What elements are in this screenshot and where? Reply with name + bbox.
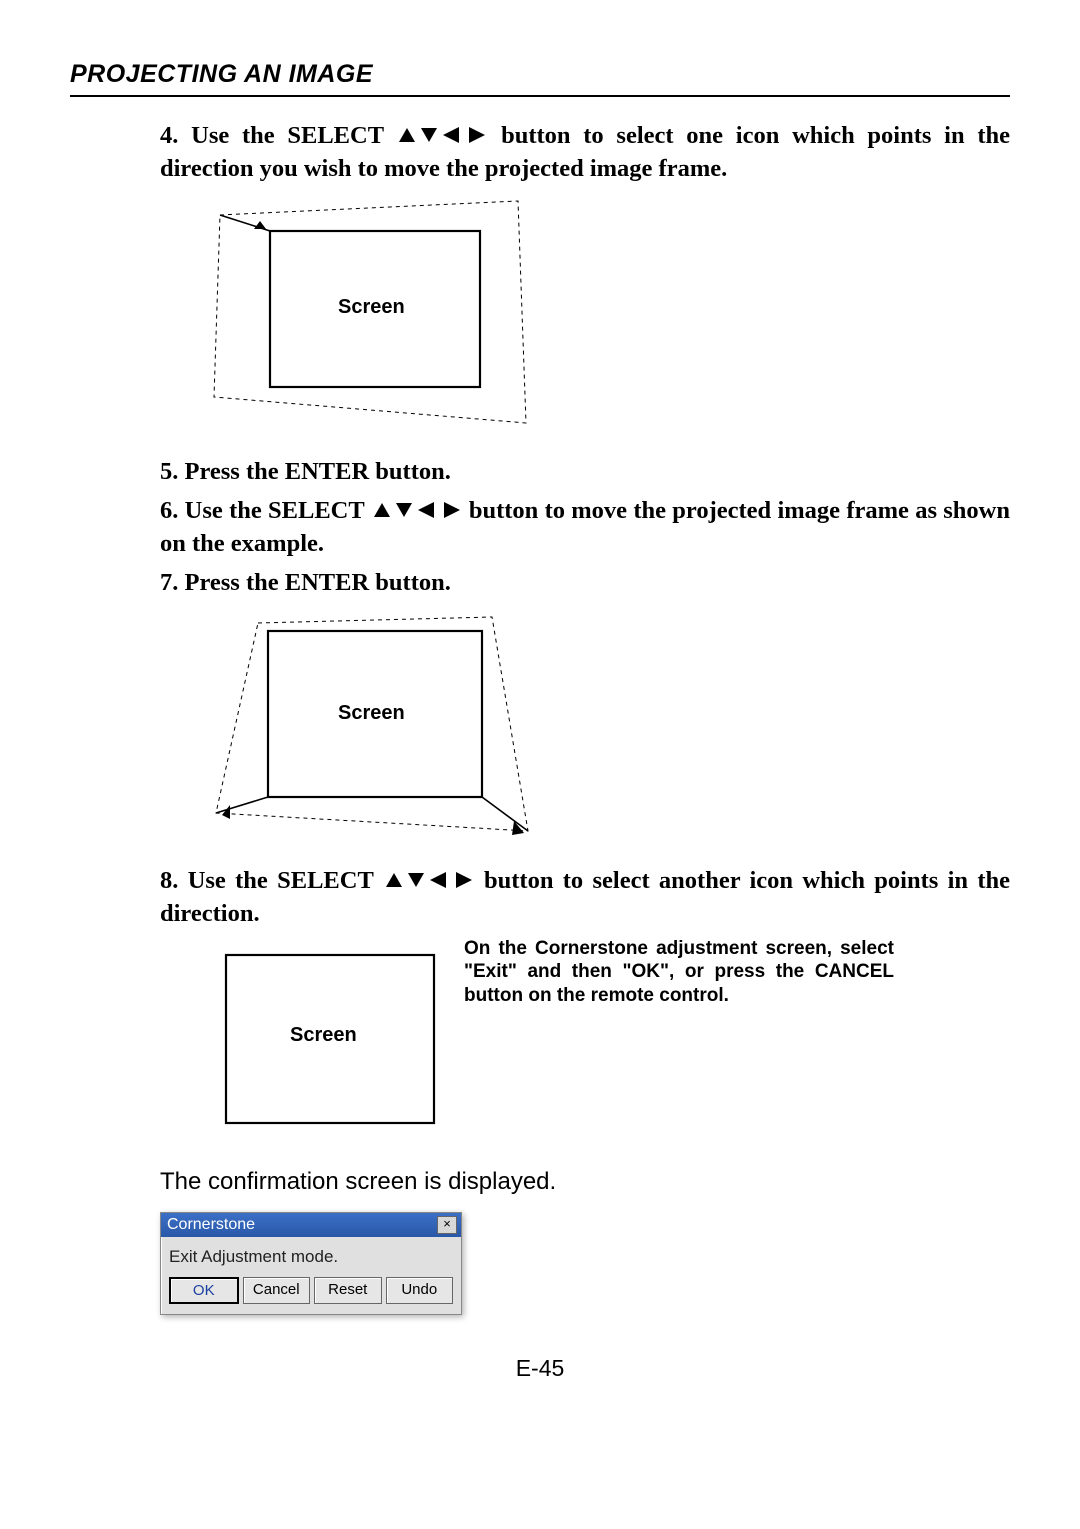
cancel-button[interactable]: Cancel bbox=[243, 1277, 311, 1304]
step-5-text: Press the ENTER button. bbox=[185, 458, 451, 485]
screen-label-1: Screen bbox=[338, 296, 405, 318]
figure-2: Screen bbox=[208, 609, 1010, 844]
step-8-pre: Use the SELECT bbox=[188, 867, 383, 894]
dialog-body: Exit Adjustment mode. bbox=[161, 1237, 461, 1277]
ok-button[interactable]: OK bbox=[169, 1277, 239, 1304]
step-4-pre: Use the SELECT bbox=[191, 122, 396, 149]
step-8-number: 8. bbox=[160, 867, 178, 894]
select-arrows-icon bbox=[371, 497, 469, 524]
step-5-number: 5. bbox=[160, 458, 178, 485]
step-6-number: 6. bbox=[160, 497, 178, 524]
screen-label-2: Screen bbox=[338, 702, 405, 724]
side-note: On the Cornerstone adjustment screen, se… bbox=[464, 937, 894, 1008]
step-6: 6. Use the SELECT button to move the pro… bbox=[160, 494, 1010, 560]
select-arrows-icon bbox=[396, 122, 501, 149]
step-8: 8. Use the SELECT button to select anoth… bbox=[160, 864, 1010, 930]
step-7: 7. Press the ENTER button. bbox=[160, 566, 1010, 599]
select-arrows-icon bbox=[383, 867, 484, 894]
confirmation-text: The confirmation screen is displayed. bbox=[160, 1168, 1010, 1196]
step-5: 5. Press the ENTER button. bbox=[160, 455, 1010, 488]
section-title: PROJECTING AN IMAGE bbox=[70, 60, 1010, 89]
cornerstone-dialog: Cornerstone × Exit Adjustment mode. OK C… bbox=[160, 1212, 462, 1315]
figure-1: Screen bbox=[208, 195, 1010, 435]
figure-3: Screen bbox=[220, 949, 440, 1134]
step-7-number: 7. bbox=[160, 569, 178, 596]
step-4-number: 4. bbox=[160, 122, 178, 149]
step-4: 4. Use the SELECT button to select one i… bbox=[160, 119, 1010, 185]
page-number: E-45 bbox=[70, 1355, 1010, 1382]
divider bbox=[70, 95, 1010, 97]
dialog-title: Cornerstone bbox=[167, 1216, 255, 1234]
screen-label-3: Screen bbox=[290, 1024, 357, 1046]
close-icon[interactable]: × bbox=[437, 1216, 457, 1234]
step-6-pre: Use the SELECT bbox=[185, 497, 371, 524]
reset-button[interactable]: Reset bbox=[314, 1277, 382, 1304]
undo-button[interactable]: Undo bbox=[386, 1277, 454, 1304]
step-7-text: Press the ENTER button. bbox=[185, 569, 451, 596]
